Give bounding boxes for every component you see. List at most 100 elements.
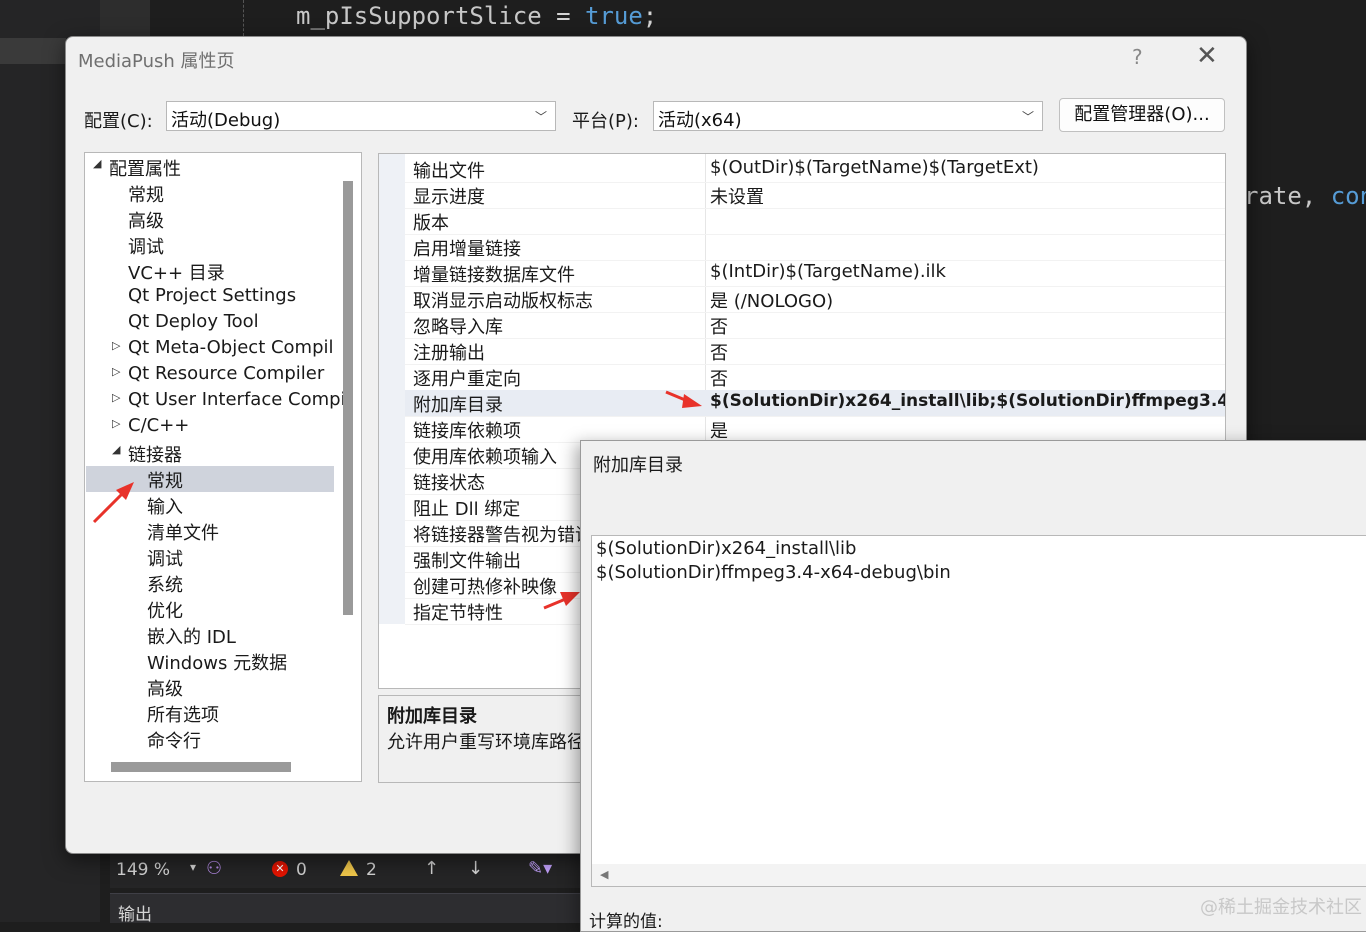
annotation-arrow — [665, 390, 702, 408]
property-name: 输出文件 — [413, 161, 485, 182]
property-value[interactable]: $(IntDir)$(TargetName).ilk — [710, 261, 946, 282]
tree-item[interactable]: 调试 — [85, 233, 335, 259]
property-tree: ◢ 配置属性 常规 高级 调试 VC++ 目录 Qt Project Settings Qt … — [84, 152, 362, 782]
property-value[interactable]: $(SolutionDir)x264_install\lib;$(Solutio… — [710, 391, 1225, 411]
error-icon[interactable]: ✕ — [272, 861, 288, 877]
tree-item-label: 嵌入的 IDL — [147, 627, 236, 648]
property-row[interactable]: 启用增量链接 — [405, 234, 1225, 261]
property-value[interactable]: 否 — [710, 339, 728, 365]
collapsed-icon[interactable]: ▷ — [112, 391, 120, 404]
arrow-down-icon[interactable]: ↓ — [468, 858, 483, 879]
tree-item[interactable]: ▷ Qt Resource Compiler — [85, 363, 335, 389]
tree-item[interactable]: Qt Project Settings — [85, 285, 335, 311]
collapsed-icon[interactable]: ▷ — [112, 339, 120, 352]
editor-statusbar: 149 % ▾ ⚇ ✕ 0 2 ↑ ↓ ✎▾ — [110, 852, 590, 888]
tree-item-label: 输入 — [147, 497, 183, 518]
tree-item[interactable]: 优化 — [85, 597, 335, 623]
dialog-title: MediaPush 属性页 — [78, 51, 235, 72]
tree-item-label: 调试 — [128, 237, 164, 258]
tree-item[interactable]: ◢ 链接器 — [85, 441, 335, 467]
tree-item-label: 清单文件 — [147, 523, 219, 544]
property-name: 创建可热修补映像 — [413, 577, 557, 598]
tree-item-label: 常规 — [128, 185, 164, 206]
property-value[interactable]: $(OutDir)$(TargetName)$(TargetExt) — [710, 157, 1039, 178]
property-row[interactable]: 逐用户重定向 否 — [405, 364, 1225, 391]
collapsed-icon[interactable]: ▷ — [112, 365, 120, 378]
directories-editor[interactable]: $(SolutionDir)x264_install\lib $(Solutio… — [591, 535, 1366, 887]
intellicode-icon[interactable]: ⚇ — [206, 858, 222, 879]
directory-line[interactable]: $(SolutionDir)x264_install\lib — [596, 538, 856, 559]
property-row[interactable]: 忽略导入库 否 — [405, 312, 1225, 339]
code-fragment: rate, con — [1244, 182, 1366, 210]
warning-icon[interactable] — [340, 860, 358, 876]
evaluated-value-label: 计算的值: — [589, 912, 663, 932]
directory-line[interactable]: $(SolutionDir)ffmpeg3.4-x64-debug\bin — [596, 562, 951, 583]
tree-item[interactable]: Qt Deploy Tool — [85, 311, 335, 337]
tree-item-label: Qt Project Settings — [128, 285, 297, 306]
tree-item[interactable]: ▷ Qt Meta-Object Compil — [85, 337, 335, 363]
tree-item[interactable]: 调试 — [85, 545, 335, 571]
tree-item-label: 高级 — [147, 679, 183, 700]
tree-item[interactable]: 常规 — [85, 181, 335, 207]
property-name: 取消显示启动版权标志 — [413, 291, 593, 312]
scroll-left-icon[interactable]: ◀ — [600, 868, 608, 881]
expanded-icon[interactable]: ◢ — [93, 157, 101, 170]
tree-item-label: 高级 — [128, 211, 164, 232]
tree-item-label: 命令行 — [147, 731, 201, 752]
property-row[interactable]: 取消显示启动版权标志 是 (/NOLOGO) — [405, 286, 1225, 313]
property-value[interactable]: 否 — [710, 313, 728, 339]
expanded-icon[interactable]: ◢ — [112, 443, 120, 456]
property-row[interactable]: 显示进度 未设置 — [405, 182, 1225, 209]
config-manager-button[interactable]: 配置管理器(O)... — [1059, 98, 1225, 132]
tree-horizontal-scrollbar[interactable] — [111, 762, 291, 772]
property-row[interactable]: 版本 — [405, 208, 1225, 235]
tree-item[interactable]: ▷ C/C++ — [85, 415, 335, 441]
property-row[interactable]: 附加库目录 $(SolutionDir)x264_install\lib;$(So… — [405, 390, 1225, 417]
property-row[interactable]: 链接库依赖项是 — [405, 416, 1225, 443]
property-value[interactable]: 未设置 — [710, 183, 764, 209]
config-label: 配置(C): — [84, 111, 153, 132]
property-name: 版本 — [413, 213, 449, 234]
error-count[interactable]: 0 — [296, 860, 307, 880]
tree-item[interactable]: 命令行 — [85, 727, 335, 753]
code-cleanup-icon[interactable]: ✎▾ — [528, 858, 552, 879]
warning-count[interactable]: 2 — [366, 860, 377, 880]
platform-label: 平台(P): — [572, 111, 639, 132]
property-row[interactable]: 输出文件 $(OutDir)$(TargetName)$(TargetExt) — [405, 156, 1225, 183]
collapsed-icon[interactable]: ▷ — [112, 417, 120, 430]
property-name: 强制文件输出 — [413, 551, 521, 572]
tree-item[interactable]: 高级 — [85, 675, 335, 701]
tree-item[interactable]: 嵌入的 IDL — [85, 623, 335, 649]
property-name: 忽略导入库 — [413, 317, 503, 338]
tree-item-label: 系统 — [147, 575, 183, 596]
tree-item[interactable]: 所有选项 — [85, 701, 335, 727]
tree-item[interactable]: ▷ Qt User Interface Compi — [85, 389, 346, 415]
config-select-value: 活动(Debug) — [171, 110, 281, 131]
chevron-down-icon[interactable]: ▾ — [190, 860, 196, 874]
property-name: 增量链接数据库文件 — [413, 265, 575, 286]
property-value[interactable]: 是 (/NOLOGO) — [710, 287, 833, 313]
tree-item-label: 配置属性 — [109, 159, 181, 180]
output-panel-header: 输出 — [110, 893, 590, 925]
editor-sidebar-highlight — [0, 38, 66, 64]
annotation-arrow — [543, 592, 580, 610]
property-name: 链接库依赖项 — [413, 421, 521, 442]
tree-item[interactable]: VC++ 目录 — [85, 259, 335, 285]
tree-item[interactable]: 系统 — [85, 571, 335, 597]
tree-item[interactable]: ◢ 配置属性 — [85, 155, 335, 181]
help-button[interactable]: ? — [1132, 45, 1143, 69]
tree-item[interactable]: 高级 — [85, 207, 335, 233]
arrow-up-icon[interactable]: ↑ — [424, 858, 439, 879]
zoom-level[interactable]: 149 % — [116, 860, 170, 880]
tree-vertical-scrollbar[interactable] — [343, 181, 353, 615]
editor-horizontal-scrollbar[interactable]: ◀ — [592, 864, 1366, 886]
config-select[interactable]: 活动(Debug) ﹀ — [166, 101, 556, 131]
output-tab[interactable]: 输出 — [118, 900, 152, 925]
chevron-down-icon: ﹀ — [1021, 110, 1034, 124]
property-value[interactable]: 否 — [710, 365, 728, 391]
tree-item[interactable]: Windows 元数据 — [85, 649, 335, 675]
close-icon[interactable]: ✕ — [1196, 41, 1218, 71]
platform-select[interactable]: 活动(x64) ﹀ — [653, 101, 1043, 131]
property-row[interactable]: 增量链接数据库文件 $(IntDir)$(TargetName).ilk — [405, 260, 1225, 287]
property-row[interactable]: 注册输出 否 — [405, 338, 1225, 365]
